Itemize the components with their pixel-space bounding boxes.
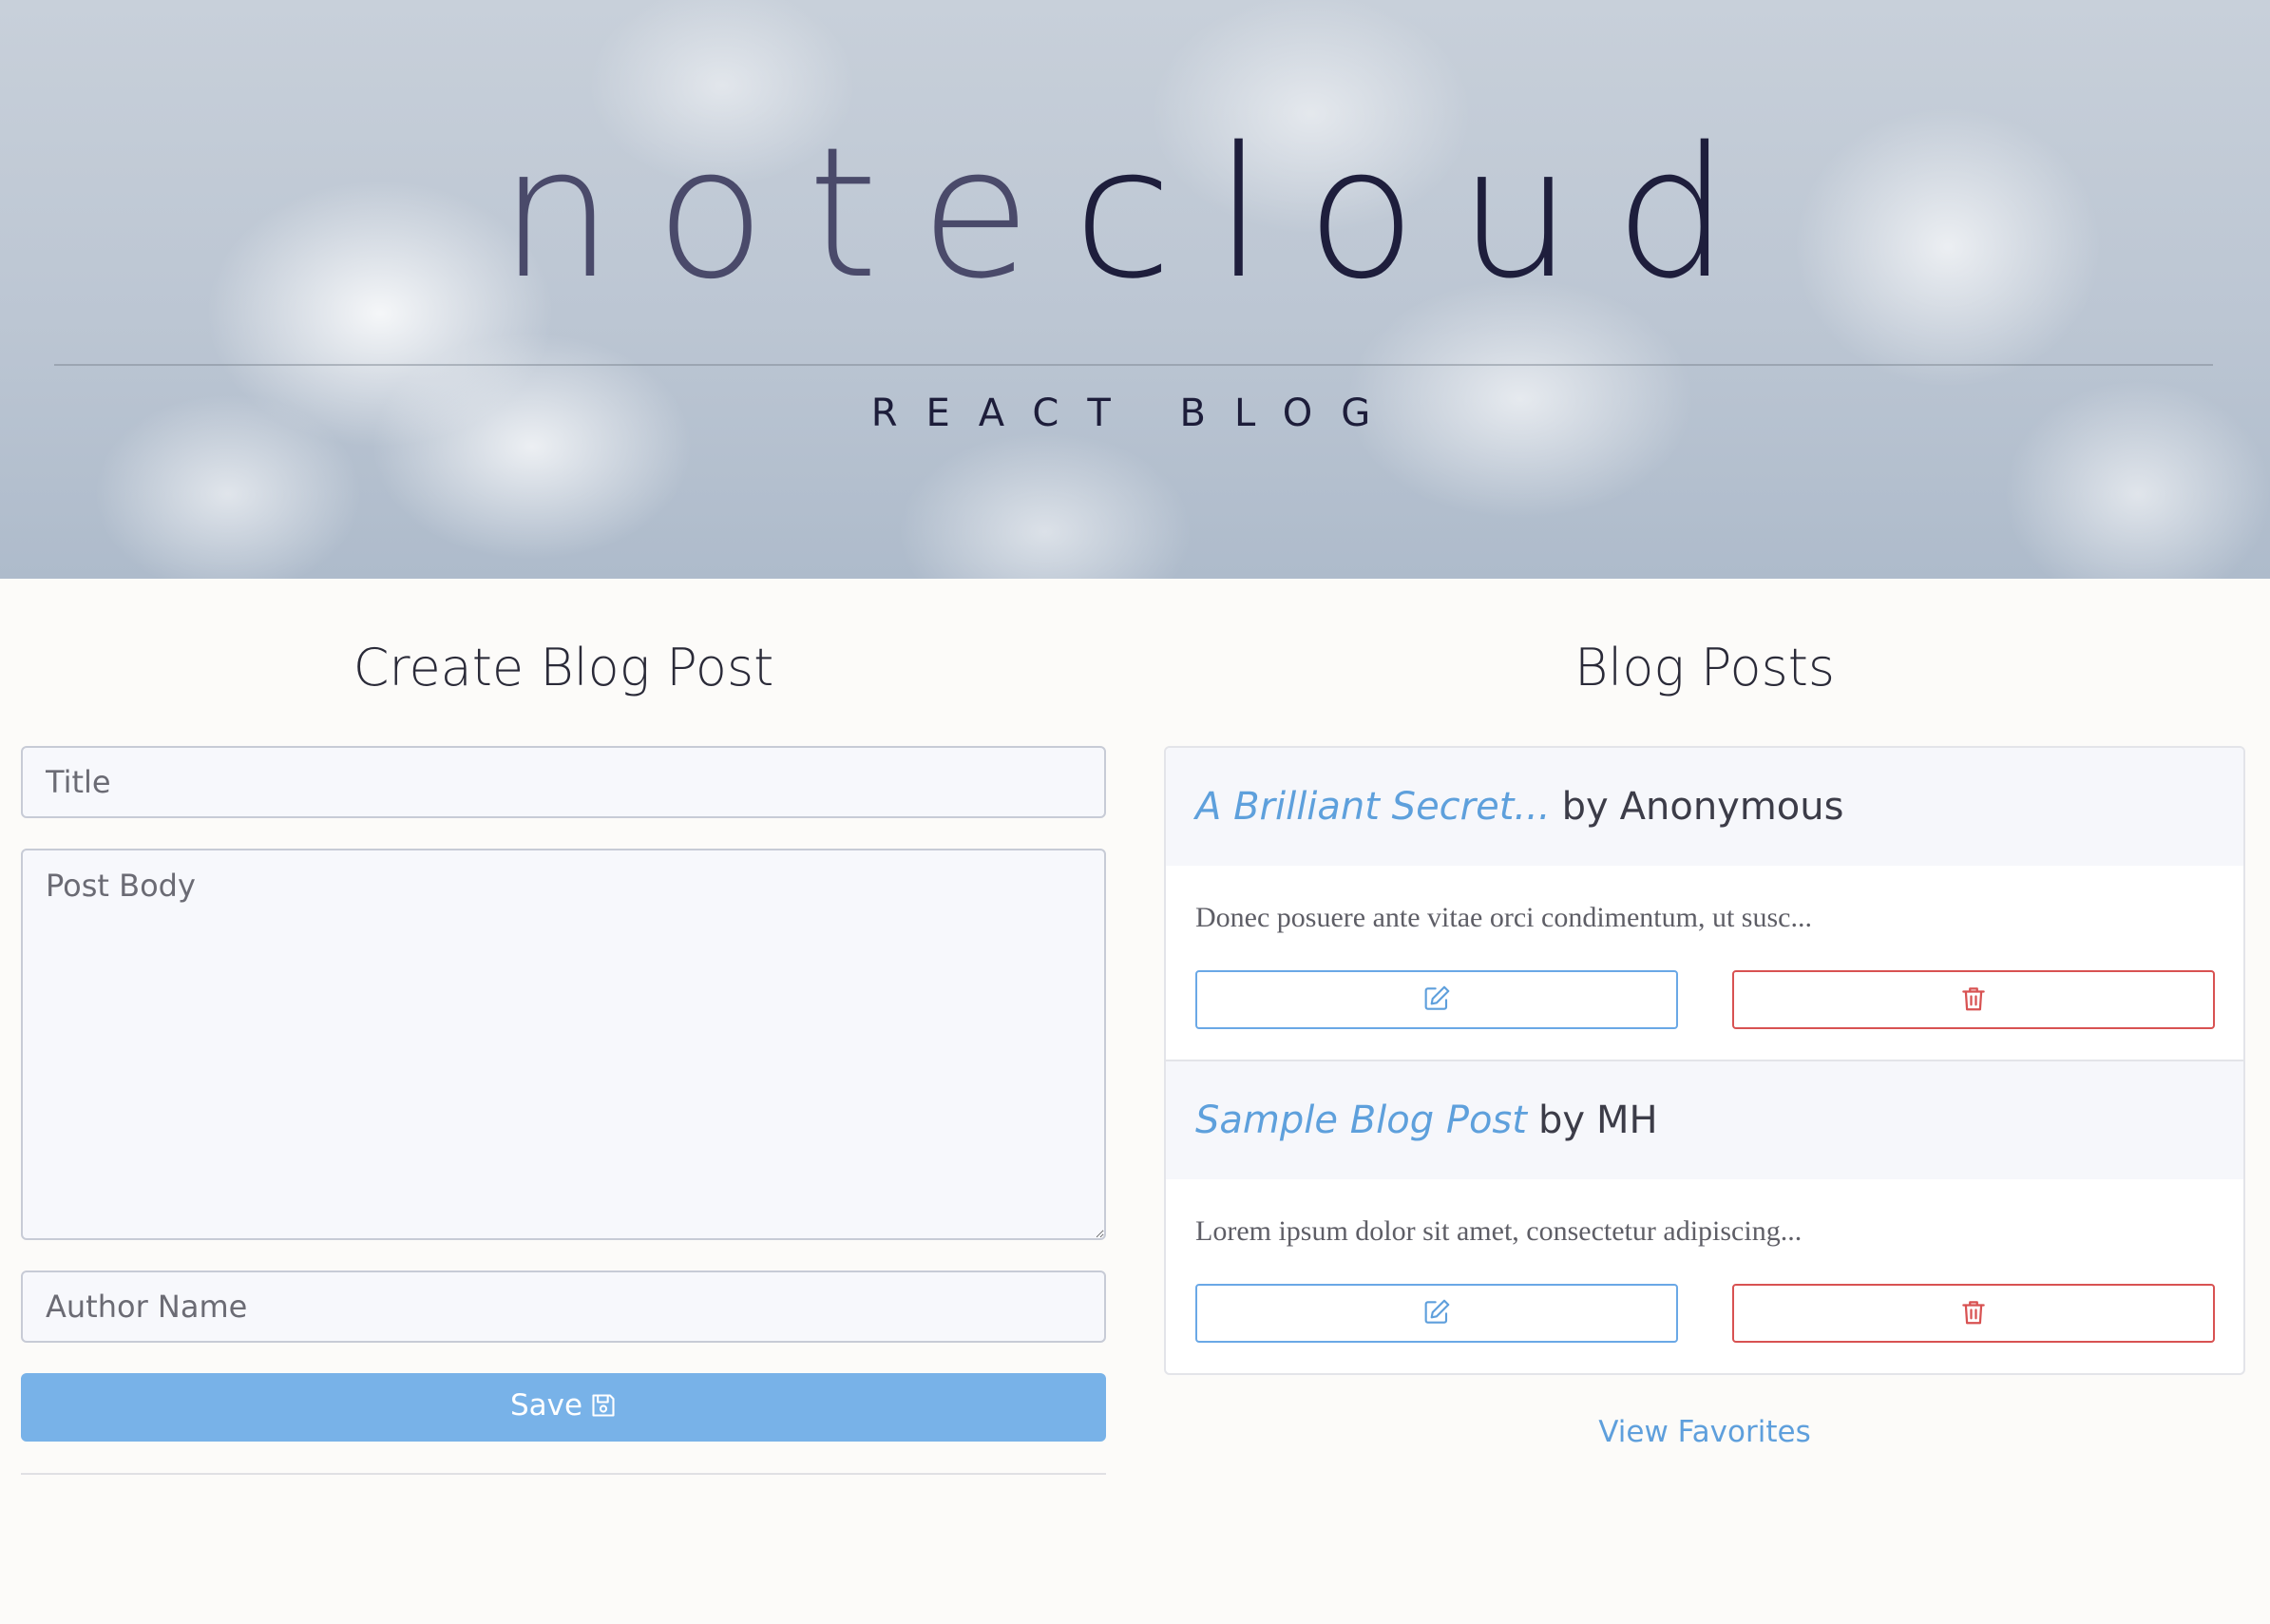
post-header: A Brilliant Secret... by Anonymous [1166, 748, 2243, 866]
post-actions [1166, 1246, 2243, 1373]
logo-word-cloud: cloud [1073, 108, 1771, 318]
post-excerpt: Donec posuere ante vitae orci condimentu… [1195, 902, 1812, 933]
posts-list: A Brilliant Secret... by Anonymous Donec… [1164, 746, 2245, 1375]
site-subtitle: REACT BLOG [870, 392, 1400, 435]
post-by-label: by [1561, 785, 1609, 829]
create-post-heading: Create Blog Post [353, 638, 774, 697]
save-button[interactable]: Save [21, 1373, 1106, 1442]
edit-icon [1421, 1297, 1452, 1330]
hero-divider [54, 364, 2213, 366]
post-author: MH [1596, 1099, 1658, 1142]
edit-post-button[interactable] [1195, 970, 1678, 1029]
trash-icon [1959, 1298, 1988, 1329]
post-by-label: by [1537, 1099, 1586, 1142]
post-author: Anonymous [1619, 785, 1844, 829]
blog-posts-panel: Blog Posts A Brilliant Secret... by Anon… [1164, 579, 2245, 1449]
post-body-textarea[interactable] [21, 849, 1106, 1240]
edit-post-button[interactable] [1195, 1284, 1678, 1343]
title-input[interactable] [21, 746, 1106, 818]
logo-word-note: note [499, 108, 1074, 318]
post-item: Sample Blog Post by MH Lorem ipsum dolor… [1166, 1060, 2243, 1373]
post-title-link[interactable]: Sample Blog Post [1195, 1099, 1527, 1142]
create-post-panel: Create Blog Post Save [21, 579, 1106, 1475]
post-header: Sample Blog Post by MH [1166, 1061, 2243, 1179]
site-logo-title: notecloud [0, 124, 2270, 304]
trash-icon [1959, 984, 1988, 1016]
form-divider [21, 1473, 1106, 1475]
view-favorites-link[interactable]: View Favorites [1164, 1415, 2245, 1449]
delete-post-button[interactable] [1732, 970, 2215, 1029]
post-title-link[interactable]: A Brilliant Secret... [1195, 785, 1551, 829]
blog-posts-heading: Blog Posts [1574, 638, 1836, 697]
post-actions [1166, 932, 2243, 1060]
save-button-label: Save [509, 1388, 583, 1423]
post-item: A Brilliant Secret... by Anonymous Donec… [1166, 748, 2243, 1060]
hero-banner: notecloud REACT BLOG [0, 0, 2270, 579]
post-excerpt: Lorem ipsum dolor sit amet, consectetur … [1195, 1215, 1803, 1247]
edit-icon [1421, 984, 1452, 1017]
delete-post-button[interactable] [1732, 1284, 2215, 1343]
floppy-disk-icon [590, 1392, 617, 1426]
author-name-input[interactable] [21, 1271, 1106, 1343]
